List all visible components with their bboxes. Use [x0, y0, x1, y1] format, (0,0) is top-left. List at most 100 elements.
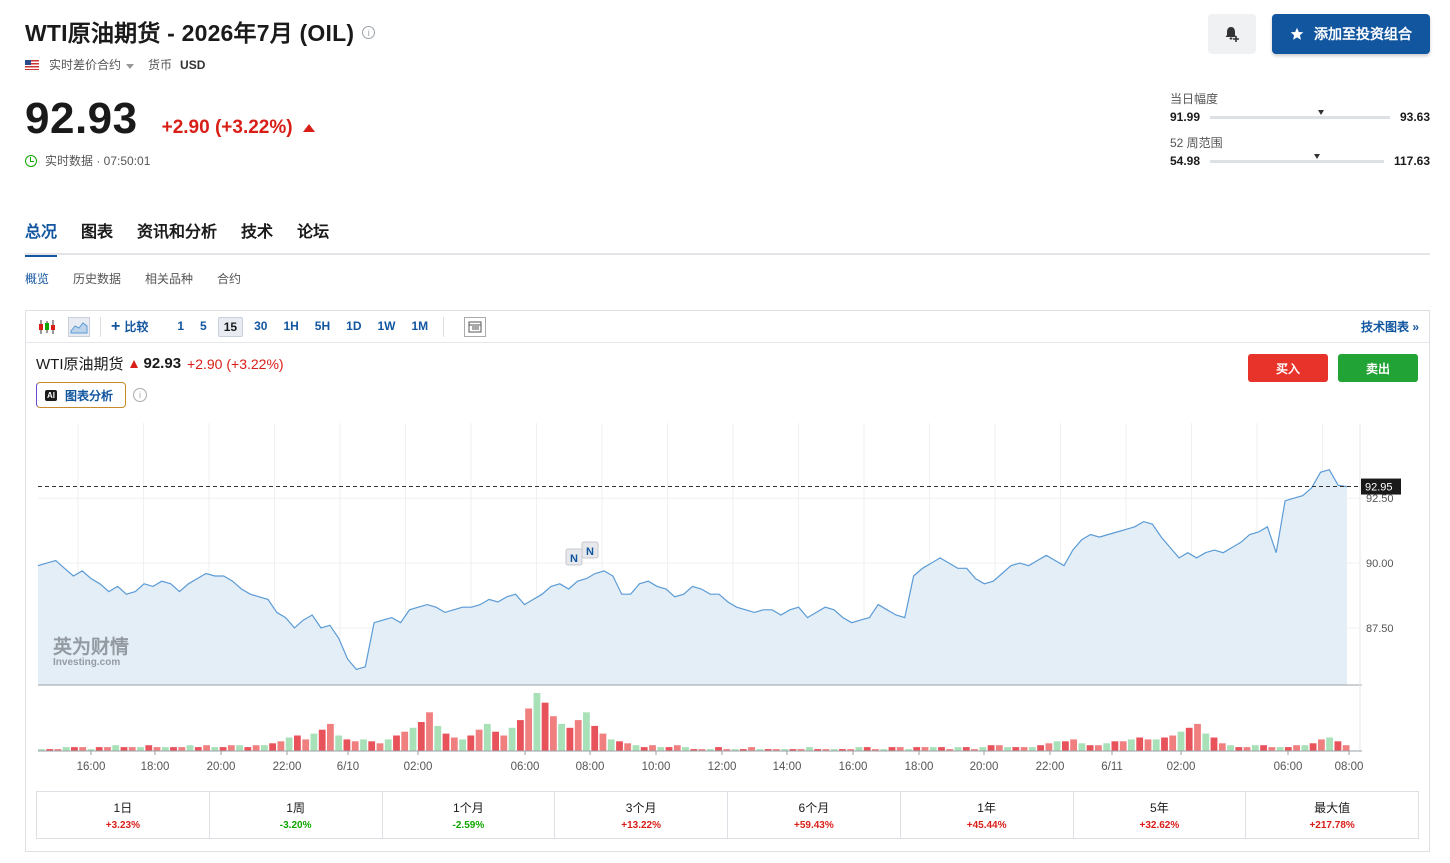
performance-cell[interactable]: 1日 +3.23%	[37, 792, 210, 838]
info-icon[interactable]: i	[362, 26, 376, 39]
volume-bar	[1268, 747, 1276, 751]
volume-bar	[1185, 727, 1193, 751]
volume-bar	[954, 747, 962, 751]
investing-watermark-en: Investing.com	[53, 657, 120, 668]
volume-bar	[417, 722, 425, 751]
x-tick-label: 12:00	[708, 761, 737, 773]
volume-bar	[929, 747, 937, 751]
volume-bar	[1251, 745, 1259, 751]
volume-bar	[541, 702, 549, 751]
x-tick-label: 20:00	[970, 761, 999, 773]
performance-period: 3个月	[625, 801, 657, 815]
add-to-portfolio-label: 添加至投资组合	[1314, 26, 1412, 42]
volume-bar	[1260, 745, 1267, 751]
performance-value: +45.44%	[966, 820, 1007, 831]
volume-bar	[748, 747, 755, 751]
y-tick-label: 90.00	[1366, 558, 1394, 570]
volume-bar	[863, 747, 871, 751]
x-tick-label: 02:00	[1167, 761, 1196, 773]
volume-bar	[186, 745, 194, 751]
tab-forum[interactable]: 论坛	[297, 218, 329, 257]
create-alert-button[interactable]	[1208, 14, 1256, 54]
contract-type-select[interactable]: 实时差价合约	[49, 56, 148, 73]
subtab-overview[interactable]: 概览	[25, 270, 49, 287]
realtime-status: 实时数据 · 07:50:01	[25, 152, 150, 169]
volume-bar	[1078, 743, 1086, 751]
tab-overview[interactable]: 总况	[25, 218, 58, 257]
volume-bar	[302, 739, 310, 751]
volume-bar	[483, 723, 491, 751]
tab-news-analysis[interactable]: 资讯和分析	[137, 218, 217, 257]
volume-bar	[244, 747, 252, 751]
volume-bar	[1095, 745, 1102, 751]
x-tick-label: 6/11	[1101, 761, 1123, 773]
add-to-portfolio-button[interactable]: 添加至投资组合	[1272, 14, 1430, 54]
volume-bar	[1284, 747, 1292, 751]
day-range-label: 当日幅度	[1170, 92, 1219, 106]
day-range-low: 91.99	[1170, 110, 1201, 124]
price-chart[interactable]: 92.50 90.00 87.50 92.95 NN 英为财情Investing.com 1…	[26, 311, 1429, 781]
tab-technical[interactable]: 技术	[241, 218, 273, 257]
performance-period: 1个月	[453, 801, 484, 815]
performance-cell[interactable]: 1个月 -2.59%	[383, 792, 556, 838]
volume-bar	[112, 745, 120, 751]
title-row: WTI原油期货 - 2026年7月 (OIL) i	[25, 14, 376, 48]
clock-icon	[25, 154, 37, 167]
volume-bar	[640, 747, 648, 751]
volume-bar	[79, 747, 87, 751]
volume-bar	[128, 747, 136, 751]
volume-bar	[1128, 739, 1135, 751]
tab-chart[interactable]: 图表	[81, 218, 113, 257]
chart-card: + 比较 1 5 15 30 1H 5H 1D 1W 1M 技术图表 » WTI原油期货 92.…	[25, 310, 1430, 852]
x-tick-label: 06:00	[1274, 761, 1303, 773]
volume-bar	[1169, 735, 1177, 751]
performance-period: 最大值	[1314, 801, 1351, 815]
volume-bar	[574, 720, 582, 751]
x-tick-label: 14:00	[773, 761, 802, 773]
volume-bar	[1318, 739, 1325, 751]
volume-bar	[393, 735, 400, 751]
volume-bar	[492, 731, 499, 751]
star-icon	[1290, 27, 1304, 40]
day-range-high: 93.63	[1399, 110, 1430, 124]
volume-bar	[360, 739, 367, 751]
investing-watermark: 英为财情	[53, 635, 129, 658]
volume-bar	[533, 693, 541, 751]
x-tick-label: 18:00	[141, 761, 170, 773]
volume-bar	[566, 727, 574, 751]
subtab-contracts[interactable]: 合约	[217, 270, 241, 287]
performance-cell[interactable]: 3个月 +13.22%	[555, 792, 728, 838]
performance-cell[interactable]: 1年 +45.44%	[901, 792, 1074, 838]
x-tick-label: 06:00	[511, 761, 540, 773]
volume-bar	[467, 735, 475, 751]
volume-bar	[261, 745, 268, 751]
performance-cell[interactable]: 1周 -3.20%	[210, 792, 383, 838]
volume-bar	[376, 743, 384, 751]
contract-info: 实时差价合约 货币 USD	[25, 56, 205, 73]
x-tick-label: 6/10	[337, 761, 359, 773]
volume-bar	[1152, 739, 1160, 751]
performance-value: +32.62%	[1139, 820, 1180, 831]
volume-bar	[236, 745, 243, 751]
volume-bar	[550, 716, 557, 751]
volume-bar	[1004, 747, 1011, 751]
volume-bar	[1119, 741, 1127, 751]
volume-bar	[145, 745, 153, 751]
performance-value: -2.59%	[452, 820, 485, 831]
performance-cell[interactable]: 最大值 +217.78%	[1246, 792, 1418, 838]
volume-bar	[673, 745, 681, 751]
x-tick-label: 02:00	[404, 761, 433, 773]
volume-bar	[1053, 741, 1061, 751]
subtab-related[interactable]: 相关品种	[145, 270, 193, 287]
subtab-history[interactable]: 历史数据	[73, 270, 121, 287]
performance-cell[interactable]: 6个月 +59.43%	[728, 792, 901, 838]
news-marker-label: N	[570, 553, 578, 565]
volume-bar	[95, 747, 103, 751]
volume-bar	[1301, 745, 1309, 751]
volume-bar	[1235, 747, 1243, 751]
volume-bar	[682, 747, 689, 751]
volume-bar	[1037, 745, 1044, 751]
performance-cell[interactable]: 5年 +32.62%	[1074, 792, 1247, 838]
volume-bar	[624, 743, 632, 751]
volume-bar	[62, 747, 70, 751]
